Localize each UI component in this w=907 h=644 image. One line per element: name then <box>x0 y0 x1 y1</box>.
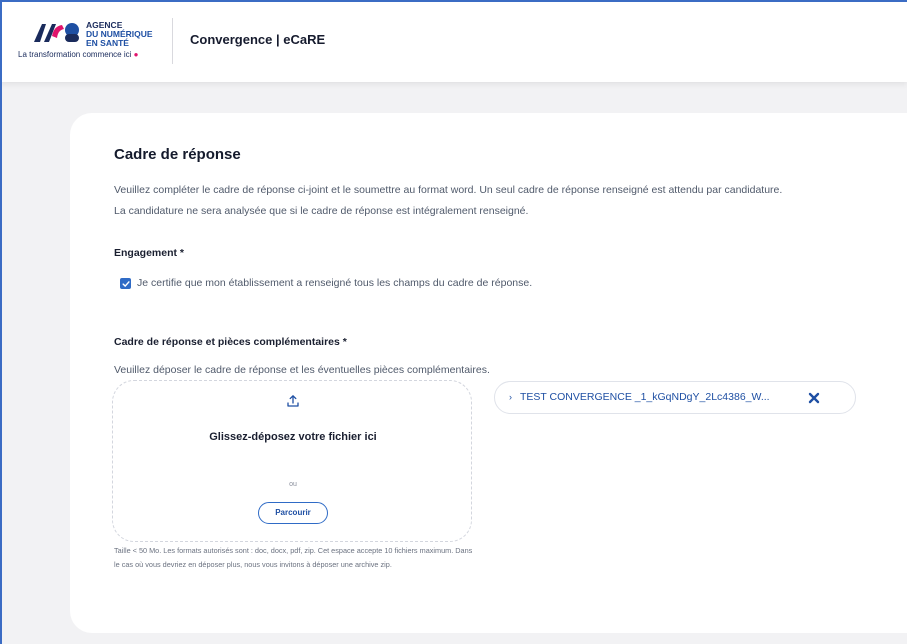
app-title: Convergence | eCaRE <box>190 32 326 47</box>
engagement-checkbox-label[interactable]: Je certifie que mon établissement a rens… <box>137 277 532 289</box>
dropzone-title: Glissez-déposez votre fichier ici <box>209 431 377 443</box>
upload-hint: Veuillez déposer le cadre de réponse et … <box>114 364 490 376</box>
logo-tagline-text: La transformation commence ici <box>18 50 132 59</box>
uploaded-file-name[interactable]: TEST CONVERGENCE _1_kGqNDgY_2Lc4386_W... <box>520 391 805 403</box>
ans-logo-mark-icon <box>34 23 79 42</box>
engagement-label: Engagement * <box>114 247 185 259</box>
section-description: Veuillez compléter le cadre de réponse c… <box>114 180 874 222</box>
ans-logo[interactable]: AGENCE DU NUMÉRIQUE EN SANTÉ La transfor… <box>14 16 174 66</box>
dropzone-or: ou <box>289 481 297 488</box>
chevron-right-icon: › <box>509 392 512 402</box>
remove-file-icon[interactable] <box>807 391 821 405</box>
top-header: AGENCE DU NUMÉRIQUE EN SANTÉ La transfor… <box>0 0 907 82</box>
logo-tagline: La transformation commence ici ● <box>18 50 138 59</box>
logo-text: AGENCE DU NUMÉRIQUE EN SANTÉ <box>86 21 153 48</box>
section-title: Cadre de réponse <box>114 146 241 163</box>
file-dropzone[interactable]: Glissez-déposez votre fichier ici ou Par… <box>112 380 472 542</box>
header-divider <box>172 18 173 64</box>
logo-line-sante: EN SANTÉ <box>86 38 129 48</box>
file-size-note: Taille < 50 Mo. Les formats autorisés so… <box>114 546 473 569</box>
upload-icon <box>287 395 299 407</box>
engagement-checkbox[interactable] <box>120 278 131 289</box>
description-line-1: Veuillez compléter le cadre de réponse c… <box>114 184 783 196</box>
checkmark-icon <box>121 280 130 287</box>
browse-button[interactable]: Parcourir <box>258 502 328 524</box>
location-pin-icon: ● <box>133 50 139 59</box>
description-line-2: La candidature ne sera analysée que si l… <box>114 205 529 217</box>
uploaded-file-chip[interactable]: › TEST CONVERGENCE _1_kGqNDgY_2Lc4386_W.… <box>494 381 856 414</box>
upload-label: Cadre de réponse et pièces complémentair… <box>114 336 347 348</box>
